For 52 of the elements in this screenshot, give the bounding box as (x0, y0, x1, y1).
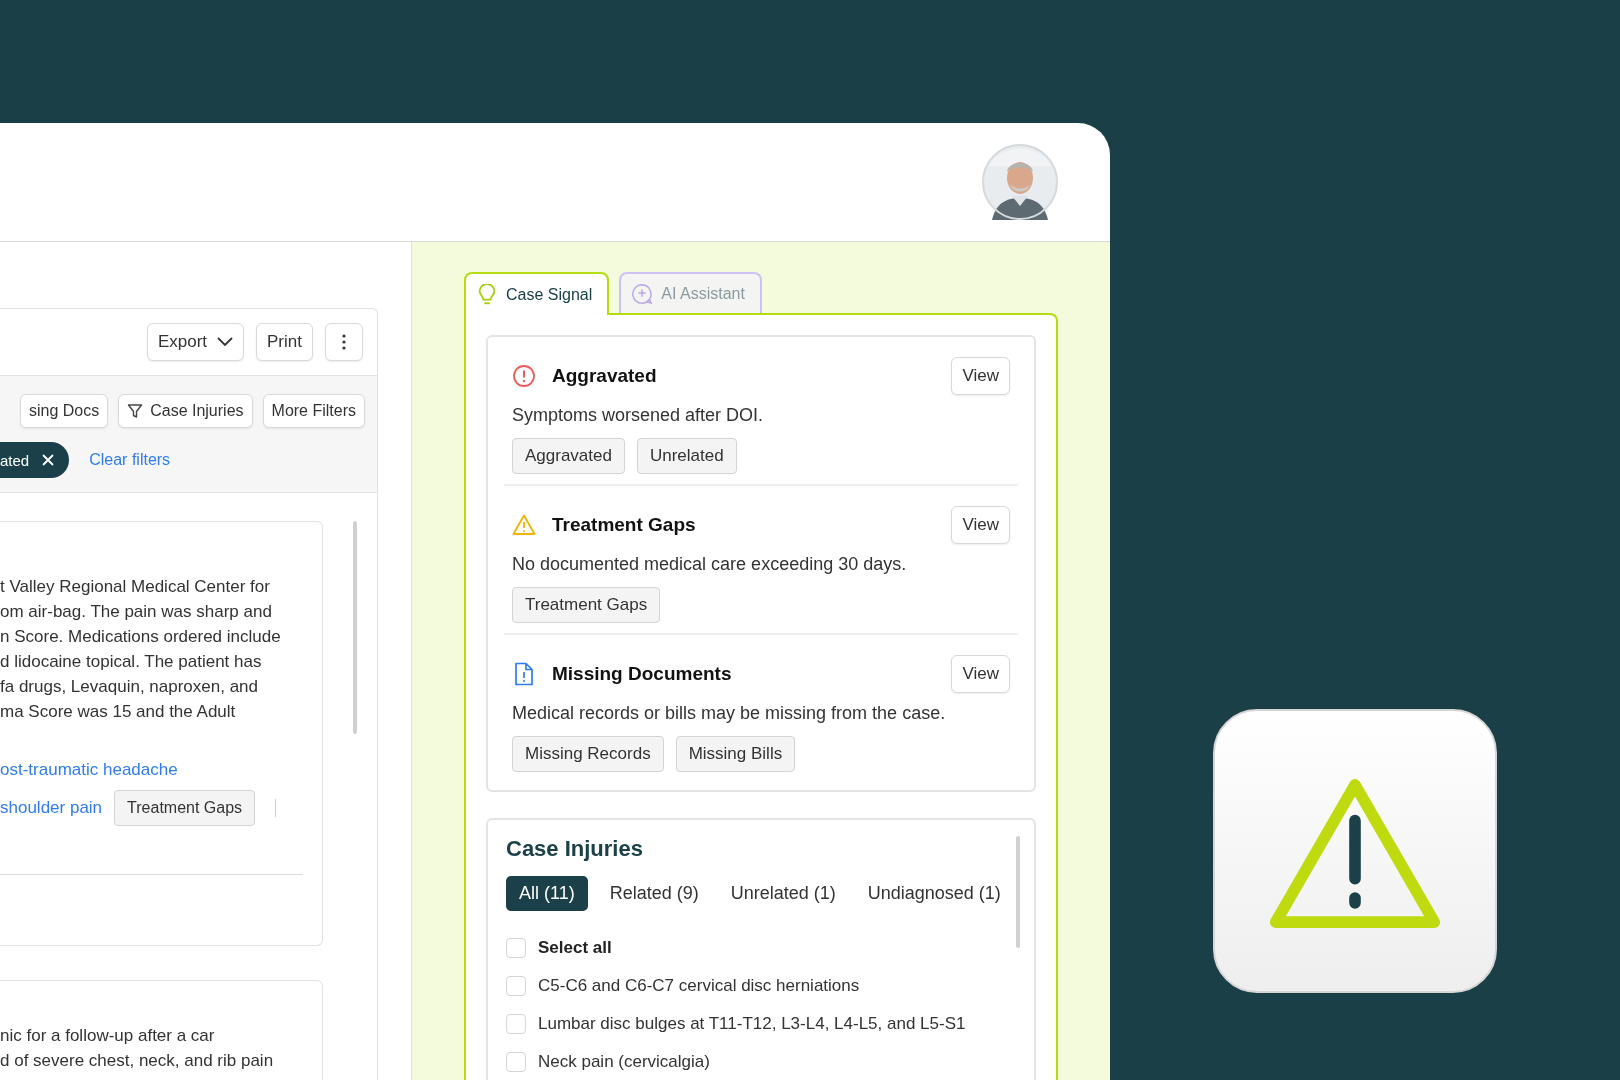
active-filter-chip[interactable]: ated (0, 442, 70, 478)
alert-icon (512, 364, 536, 388)
injury-filter-tab[interactable]: Unrelated (1) (720, 876, 846, 911)
signal-title: Missing Documents (552, 663, 733, 685)
tag: Treatment Gaps (512, 587, 661, 623)
view-button[interactable]: View (951, 357, 1010, 395)
checkbox[interactable] (506, 1014, 526, 1034)
signal-title: Aggravated (552, 365, 658, 387)
warning-icon (512, 513, 536, 537)
more-button[interactable] (325, 323, 363, 361)
export-button[interactable]: Export (146, 323, 245, 361)
lightbulb-icon (476, 283, 498, 306)
tab[interactable]: Case Signal (464, 272, 610, 315)
signal-description: No documented medical care exceeding 30 days. (512, 554, 908, 575)
injury-label: Lumbar disc bulges at T11-T12, L3-L4, L4-L5, and L5-S1 (538, 1014, 966, 1034)
view-button[interactable]: View (951, 506, 1010, 544)
chevron-down-icon (217, 337, 234, 347)
filter-button[interactable]: Case Injuries (118, 394, 253, 428)
injury-label: Neck pain (cervicalgia) (538, 1052, 710, 1072)
injury-filter-tab[interactable]: Related (9) (599, 876, 709, 911)
document-alert-icon (512, 662, 536, 686)
injury-label: C5-C6 and C6-C7 cervical disc herniations (538, 976, 860, 996)
view-button[interactable]: View (951, 655, 1010, 693)
tag: Missing Bills (675, 736, 796, 772)
filter-icon (127, 403, 144, 419)
injury-link[interactable]: ost-traumatic headache (0, 760, 178, 780)
injury-filter-tab[interactable]: All (11) (506, 876, 588, 911)
clear-filters-link[interactable]: Clear filters (89, 451, 171, 469)
more-icon (342, 334, 346, 350)
select-all-label: Select all (538, 938, 612, 958)
tag: Unrelated (636, 438, 737, 474)
tag: Aggravated (512, 438, 625, 474)
filter-button[interactable]: sing Docs (19, 394, 109, 428)
scrollbar[interactable] (1016, 836, 1020, 948)
checkbox[interactable] (506, 976, 526, 996)
section-title: Case Injuries (506, 836, 644, 862)
checkbox[interactable] (506, 938, 526, 958)
signal-title: Treatment Gaps (552, 514, 697, 536)
injury-filter-tab[interactable]: Undiagnosed (1) (857, 876, 1011, 911)
toolbar-button[interactable]: Print (256, 323, 313, 361)
scrollbar[interactable] (353, 521, 357, 734)
record-summary: t Valley Regional Medical Center for om air-bag. The pain was sharp and n Score. Medications ordered include d lidocaine topical. The patient has fa drugs, Levaquin, naproxen, and ma Score was 15 and the Adult (0, 576, 282, 723)
record-summary: nic for a follow-up after a car d of severe chest, neck, and rib pain (0, 1025, 275, 1072)
injury-link[interactable]: shoulder pain (0, 798, 103, 818)
filter-button[interactable]: More Filters (262, 394, 365, 428)
signal-description: Medical records or bills may be missing from the case. (512, 703, 947, 724)
tag: Treatment Gaps (114, 790, 256, 826)
close-icon (41, 453, 56, 467)
chat-plus-icon (631, 282, 654, 305)
tag: Missing Records (512, 736, 664, 772)
checkbox[interactable] (506, 1052, 526, 1072)
signal-description: Symptoms worsened after DOI. (512, 405, 765, 426)
